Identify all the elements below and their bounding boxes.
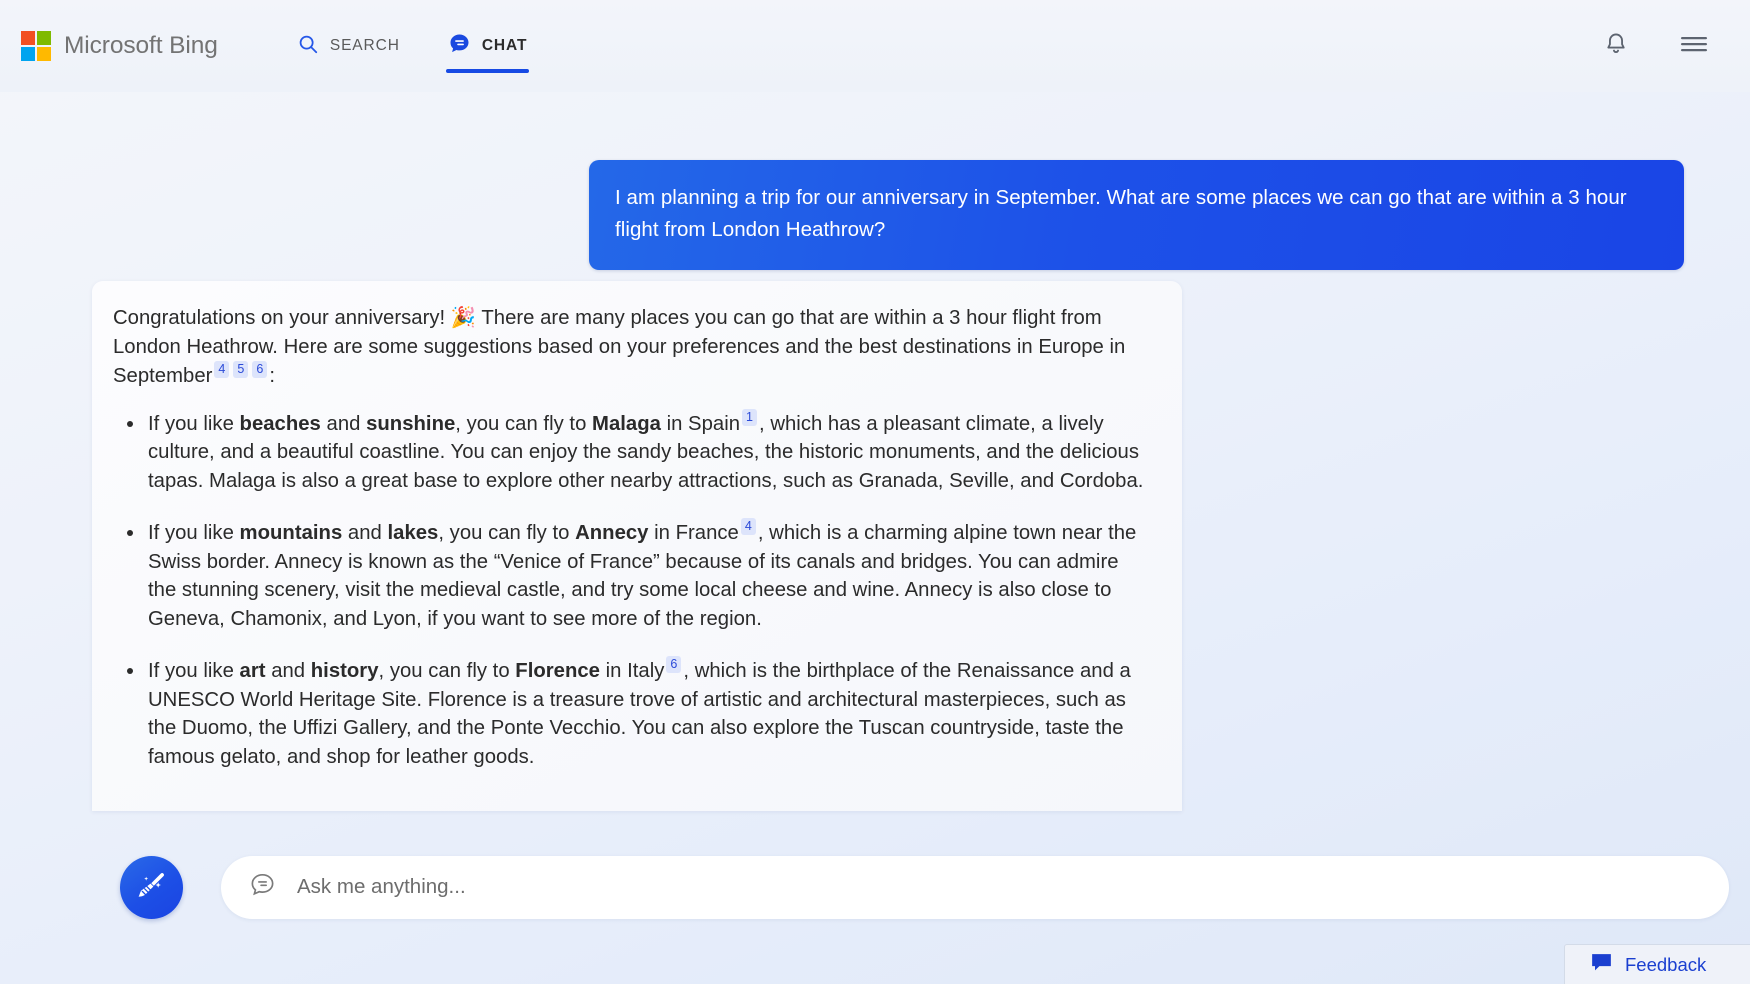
citation-badge[interactable]: 4 xyxy=(214,361,230,378)
citation-badge[interactable]: 6 xyxy=(252,361,268,378)
answer-intro-paragraph: Congratulations on your anniversary! 🎉 T… xyxy=(113,304,1152,391)
tab-search-label: SEARCH xyxy=(329,37,400,54)
list-item: If you like beaches and sunshine, you ca… xyxy=(113,408,1152,496)
citation-badge[interactable]: 6 xyxy=(666,656,682,673)
chat-input-box[interactable] xyxy=(221,855,1729,919)
feedback-label: Feedback xyxy=(1625,953,1707,975)
assistant-answer-card: Congratulations on your anniversary! 🎉 T… xyxy=(92,281,1182,811)
list-item: If you like art and history, you can fly… xyxy=(113,656,1152,771)
bullet-keyword-1: beaches xyxy=(239,412,321,435)
notifications-button[interactable] xyxy=(1600,30,1632,62)
intro-text-end: : xyxy=(269,365,275,387)
top-header: Microsoft Bing SEARCH CHAT xyxy=(0,0,1750,92)
intro-text-part1: Congratulations on your anniversary! xyxy=(113,307,451,329)
brand-name: Microsoft Bing xyxy=(64,32,218,59)
chat-bubble-icon xyxy=(448,32,471,60)
tab-chat-label: CHAT xyxy=(481,37,528,54)
tab-search[interactable]: SEARCH xyxy=(295,0,402,92)
suggestion-list: If you like beaches and sunshine, you ca… xyxy=(113,408,1152,772)
search-icon xyxy=(297,33,319,60)
bullet-place-name: Florence xyxy=(515,660,600,682)
citation-badge[interactable]: 4 xyxy=(740,518,756,535)
logo-square-red xyxy=(21,31,35,45)
logo-square-yellow xyxy=(37,47,51,61)
feedback-chat-icon xyxy=(1590,952,1613,978)
logo-square-blue xyxy=(21,47,35,61)
bullet-mid-1: and xyxy=(265,660,311,682)
bullet-place-name: Annecy xyxy=(575,522,649,544)
bullet-keyword-2: sunshine xyxy=(366,412,456,435)
brand[interactable]: Microsoft Bing xyxy=(21,31,218,61)
hamburger-menu-button[interactable] xyxy=(1678,30,1710,62)
bullet-keyword-1: art xyxy=(239,660,266,682)
bullet-keyword-1: mountains xyxy=(239,522,343,544)
bullet-mid-2: , you can fly to xyxy=(455,412,593,435)
primary-tabs: SEARCH CHAT xyxy=(295,0,530,92)
bullet-place-name: Malaga xyxy=(592,412,661,435)
bullet-keyword-2: lakes xyxy=(387,522,439,544)
bullet-country: in Italy xyxy=(599,660,665,682)
new-topic-button[interactable] xyxy=(120,855,183,919)
broom-sweep-icon xyxy=(135,868,169,907)
logo-square-green xyxy=(37,31,51,45)
party-popper-emoji: 🎉 xyxy=(450,307,477,329)
bullet-lead-text: If you like xyxy=(148,660,240,682)
bullet-mid-1: and xyxy=(342,522,388,544)
header-actions xyxy=(1600,0,1750,92)
bullet-lead-text: If you like xyxy=(148,412,240,435)
chat-bubble-outline-icon xyxy=(249,871,276,903)
bullet-mid-1: and xyxy=(320,412,367,435)
composer-row xyxy=(0,832,1750,942)
search-input[interactable] xyxy=(297,875,1597,899)
feedback-button[interactable]: Feedback xyxy=(1564,944,1750,984)
bullet-lead-text: If you like xyxy=(148,522,240,544)
microsoft-logo-icon xyxy=(21,31,51,61)
tab-chat[interactable]: CHAT xyxy=(445,0,530,92)
hamburger-menu-icon xyxy=(1679,32,1709,61)
bullet-keyword-2: history xyxy=(310,660,379,682)
list-item: If you like mountains and lakes, you can… xyxy=(113,518,1152,633)
bullet-mid-2: , you can fly to xyxy=(438,522,576,544)
user-message-text: I am planning a trip for our anniversary… xyxy=(615,186,1627,241)
user-message-bubble: I am planning a trip for our anniversary… xyxy=(589,160,1684,270)
citation-badge[interactable]: 1 xyxy=(742,408,758,426)
bullet-country: in France xyxy=(648,522,739,544)
bullet-mid-2: , you can fly to xyxy=(378,660,516,682)
citation-badge[interactable]: 5 xyxy=(233,361,249,378)
tab-active-underline xyxy=(445,69,530,73)
bell-icon xyxy=(1603,31,1629,62)
conversation-area: I am planning a trip for our anniversary… xyxy=(0,92,1750,832)
bullet-country: in Spain xyxy=(660,412,741,435)
